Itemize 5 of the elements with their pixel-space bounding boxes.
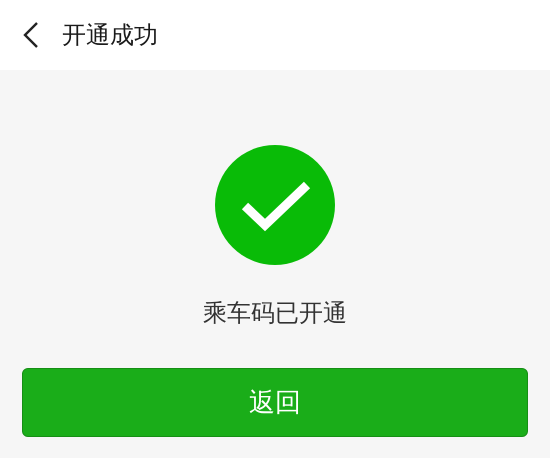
result-message: 乘车码已开通 xyxy=(203,298,347,328)
page-title: 开通成功 xyxy=(62,20,158,51)
back-icon[interactable] xyxy=(22,21,40,49)
return-button[interactable]: 返回 xyxy=(22,368,528,437)
success-check-icon xyxy=(215,145,335,265)
